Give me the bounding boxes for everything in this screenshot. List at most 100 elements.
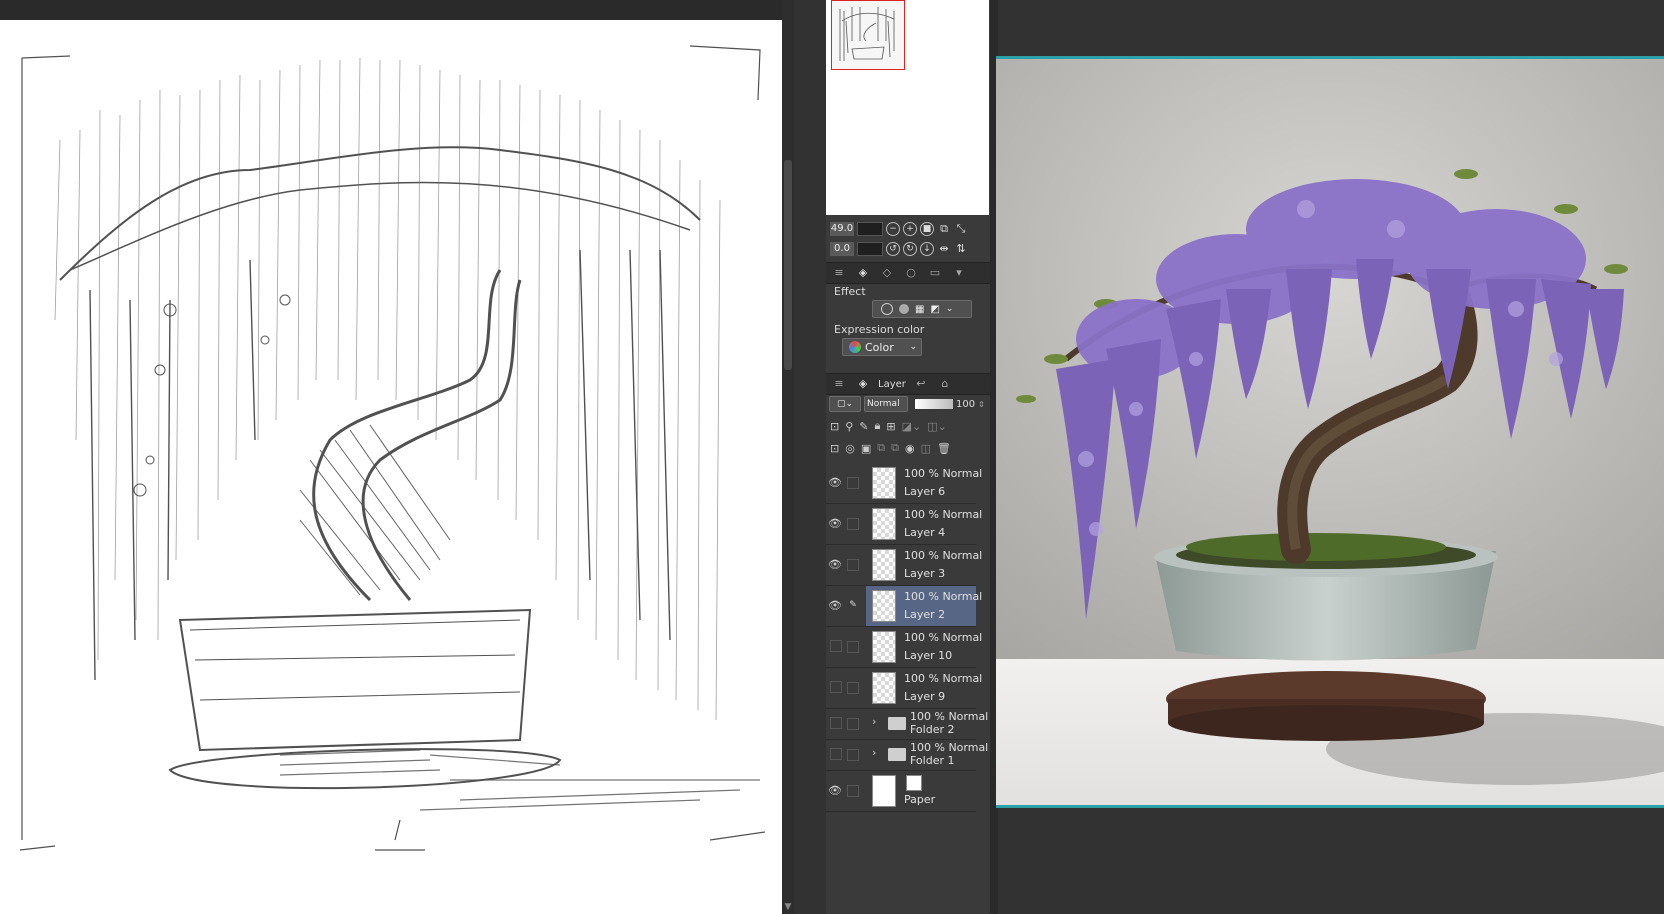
clip-icon[interactable]: ⊡ bbox=[830, 420, 839, 433]
layer-body[interactable]: Paper bbox=[866, 771, 976, 811]
transfer-icon[interactable]: ⧉ bbox=[877, 441, 885, 455]
panel-options-icon[interactable]: ▾ bbox=[950, 266, 968, 280]
layer-lock-toggle[interactable] bbox=[847, 785, 859, 797]
opacity-value[interactable]: 100 bbox=[956, 399, 975, 410]
flip-horizontal-icon[interactable]: ⇹ bbox=[937, 242, 951, 256]
new-raster-layer-icon[interactable]: ⊡ bbox=[830, 442, 839, 455]
layer-body[interactable]: 100 % Normal Layer 9 bbox=[866, 668, 982, 708]
reset-rotate-icon[interactable]: ↓ bbox=[920, 242, 934, 256]
flip-vertical-icon[interactable]: ⇅ bbox=[954, 242, 968, 256]
layer-body[interactable]: 100 % Normal Layer 2 bbox=[866, 586, 982, 626]
new-folder-icon[interactable]: ▣ bbox=[861, 442, 871, 455]
new-vector-layer-icon[interactable]: ◎ bbox=[845, 442, 855, 455]
layer-color-icon[interactable]: ◩ bbox=[930, 304, 939, 315]
zoom-slider[interactable] bbox=[857, 222, 883, 236]
visibility-eye-icon[interactable] bbox=[830, 640, 842, 652]
opacity-stepper-icon[interactable]: ⇕ bbox=[978, 400, 985, 409]
delete-layer-icon[interactable]: 🗑︎ bbox=[937, 442, 951, 455]
reference-photo[interactable] bbox=[996, 56, 1664, 808]
visibility-eye-icon[interactable] bbox=[830, 748, 842, 760]
zoom-in-icon[interactable]: + bbox=[903, 222, 917, 236]
blend-mode-select[interactable]: Normal bbox=[864, 396, 908, 412]
layer-row[interactable]: 👁︎ ✎ 100 % Normal Layer 2 bbox=[826, 586, 982, 627]
zoom-field[interactable]: 49.0 bbox=[830, 222, 854, 236]
menu-icon[interactable]: ≡ bbox=[830, 266, 848, 280]
rotate-left-icon[interactable]: ↺ bbox=[886, 242, 900, 256]
actual-size-icon[interactable]: ■ bbox=[920, 222, 934, 236]
lock-icon[interactable]: 🔒︎ bbox=[875, 419, 881, 433]
layer-folder-row[interactable]: › 100 % Normal Folder 2 bbox=[826, 709, 988, 740]
visibility-eye-icon[interactable] bbox=[830, 681, 842, 693]
layer-body[interactable]: 100 % Normal Layer 6 bbox=[866, 463, 982, 503]
navigator-thumbnail[interactable] bbox=[831, 0, 905, 70]
layer-lock-toggle[interactable] bbox=[847, 477, 859, 489]
fit-navigator-icon[interactable]: ⤡ bbox=[954, 222, 968, 236]
layer-lock-toggle[interactable] bbox=[847, 682, 859, 694]
layer-actions-row: ⊡ ◎ ▣ ⧉ ⧉ ◉ ◫ 🗑︎ bbox=[826, 438, 994, 458]
rotate-right-icon[interactable]: ↻ bbox=[903, 242, 917, 256]
layer-thumbnail bbox=[872, 672, 896, 704]
sketch-canvas[interactable] bbox=[0, 20, 782, 914]
layer-lock-toggle[interactable] bbox=[847, 749, 859, 761]
folder-expand-icon[interactable]: › bbox=[872, 715, 876, 728]
draft-icon[interactable]: ✎ bbox=[859, 420, 868, 433]
layer-body[interactable]: › 100 % Normal Folder 2 bbox=[866, 709, 988, 739]
folder-expand-icon[interactable]: › bbox=[872, 746, 876, 759]
palette-color-icon[interactable]: ◪⌄ bbox=[902, 420, 922, 433]
scroll-down-arrow[interactable]: ▼ bbox=[783, 902, 793, 912]
tone-effect-icon[interactable]: ▦ bbox=[915, 304, 924, 315]
mask-icon[interactable]: ◫⌄ bbox=[927, 420, 947, 433]
layers-icon[interactable]: ◈ bbox=[854, 377, 872, 391]
expression-color-label: Expression color bbox=[834, 323, 925, 336]
layer-row[interactable]: 👁︎ Paper bbox=[826, 771, 976, 812]
visibility-eye-icon[interactable]: 👁︎ bbox=[828, 558, 842, 572]
layer-row[interactable]: 👁︎ 100 % Normal Layer 6 bbox=[826, 463, 982, 504]
visibility-eye-icon[interactable]: 👁︎ bbox=[828, 784, 842, 798]
sub-tool-tab-icon[interactable]: ◇ bbox=[878, 266, 896, 280]
rotate-slider[interactable] bbox=[857, 242, 883, 256]
layer-row[interactable]: 100 % Normal Layer 9 bbox=[826, 668, 982, 709]
lock-transparent-icon[interactable]: ⊞ bbox=[886, 420, 895, 433]
animation-tab-icon[interactable]: ▭ bbox=[926, 266, 944, 280]
layer-lock-toggle[interactable] bbox=[847, 518, 859, 530]
layer-body[interactable]: › 100 % Normal Folder 1 bbox=[866, 740, 988, 770]
rotate-field[interactable]: 0.0 bbox=[830, 242, 854, 256]
history-tab-icon[interactable]: ↩ bbox=[912, 377, 930, 391]
reference-icon[interactable]: ⚲ bbox=[845, 420, 853, 433]
visibility-eye-icon[interactable] bbox=[830, 717, 842, 729]
search-layer-tab-icon[interactable]: ○ bbox=[902, 266, 920, 280]
layer-body[interactable]: 100 % Normal Layer 10 bbox=[866, 627, 982, 667]
border-effect-icon[interactable] bbox=[899, 304, 909, 314]
visibility-eye-icon[interactable]: 👁︎ bbox=[828, 599, 842, 613]
no-effect-icon[interactable] bbox=[881, 303, 893, 315]
layer-folder-row[interactable]: › 100 % Normal Folder 1 bbox=[826, 740, 988, 771]
layer-lock-toggle[interactable] bbox=[847, 559, 859, 571]
expression-color-select[interactable]: Color ⌄ bbox=[842, 338, 922, 356]
layer-menu-icon[interactable]: ≡ bbox=[830, 377, 848, 391]
layer-row[interactable]: 100 % Normal Layer 10 bbox=[826, 627, 982, 668]
layer-body[interactable]: 100 % Normal Layer 3 bbox=[866, 545, 982, 585]
fit-window-icon[interactable]: ⧉ bbox=[937, 222, 951, 236]
visibility-eye-icon[interactable]: 👁︎ bbox=[828, 517, 842, 531]
mask-create-icon[interactable]: ◉ bbox=[905, 442, 915, 455]
apply-mask-icon[interactable]: ◫ bbox=[921, 442, 931, 455]
combine-icon[interactable]: ⧉ bbox=[891, 441, 899, 455]
layer-type-select[interactable]: ▢⌄ bbox=[829, 396, 861, 412]
canvas-scrollbar[interactable]: ▼ bbox=[782, 0, 794, 914]
layer-row[interactable]: 👁︎ 100 % Normal Layer 3 bbox=[826, 545, 982, 586]
layer-tab-label[interactable]: Layer bbox=[878, 379, 906, 390]
layer-body[interactable]: 100 % Normal Layer 4 bbox=[866, 504, 982, 544]
visibility-eye-icon[interactable]: 👁︎ bbox=[828, 476, 842, 490]
panel-gap bbox=[794, 0, 826, 914]
opacity-slider[interactable] bbox=[915, 399, 953, 409]
effect-label: Effect bbox=[834, 285, 866, 298]
zoom-out-icon[interactable]: − bbox=[886, 222, 900, 236]
layer-lock-toggle[interactable] bbox=[847, 641, 859, 653]
timeline-tab-icon[interactable]: ⌂ bbox=[936, 377, 954, 391]
effect-dropdown-icon[interactable]: ⌄ bbox=[946, 304, 954, 314]
scrollbar-thumb[interactable] bbox=[784, 160, 792, 370]
edit-pen-icon[interactable]: ✎ bbox=[847, 600, 859, 612]
layer-property-tab-icon[interactable]: ◈ bbox=[854, 266, 872, 280]
layer-lock-toggle[interactable] bbox=[847, 718, 859, 730]
layer-row[interactable]: 👁︎ 100 % Normal Layer 4 bbox=[826, 504, 982, 545]
